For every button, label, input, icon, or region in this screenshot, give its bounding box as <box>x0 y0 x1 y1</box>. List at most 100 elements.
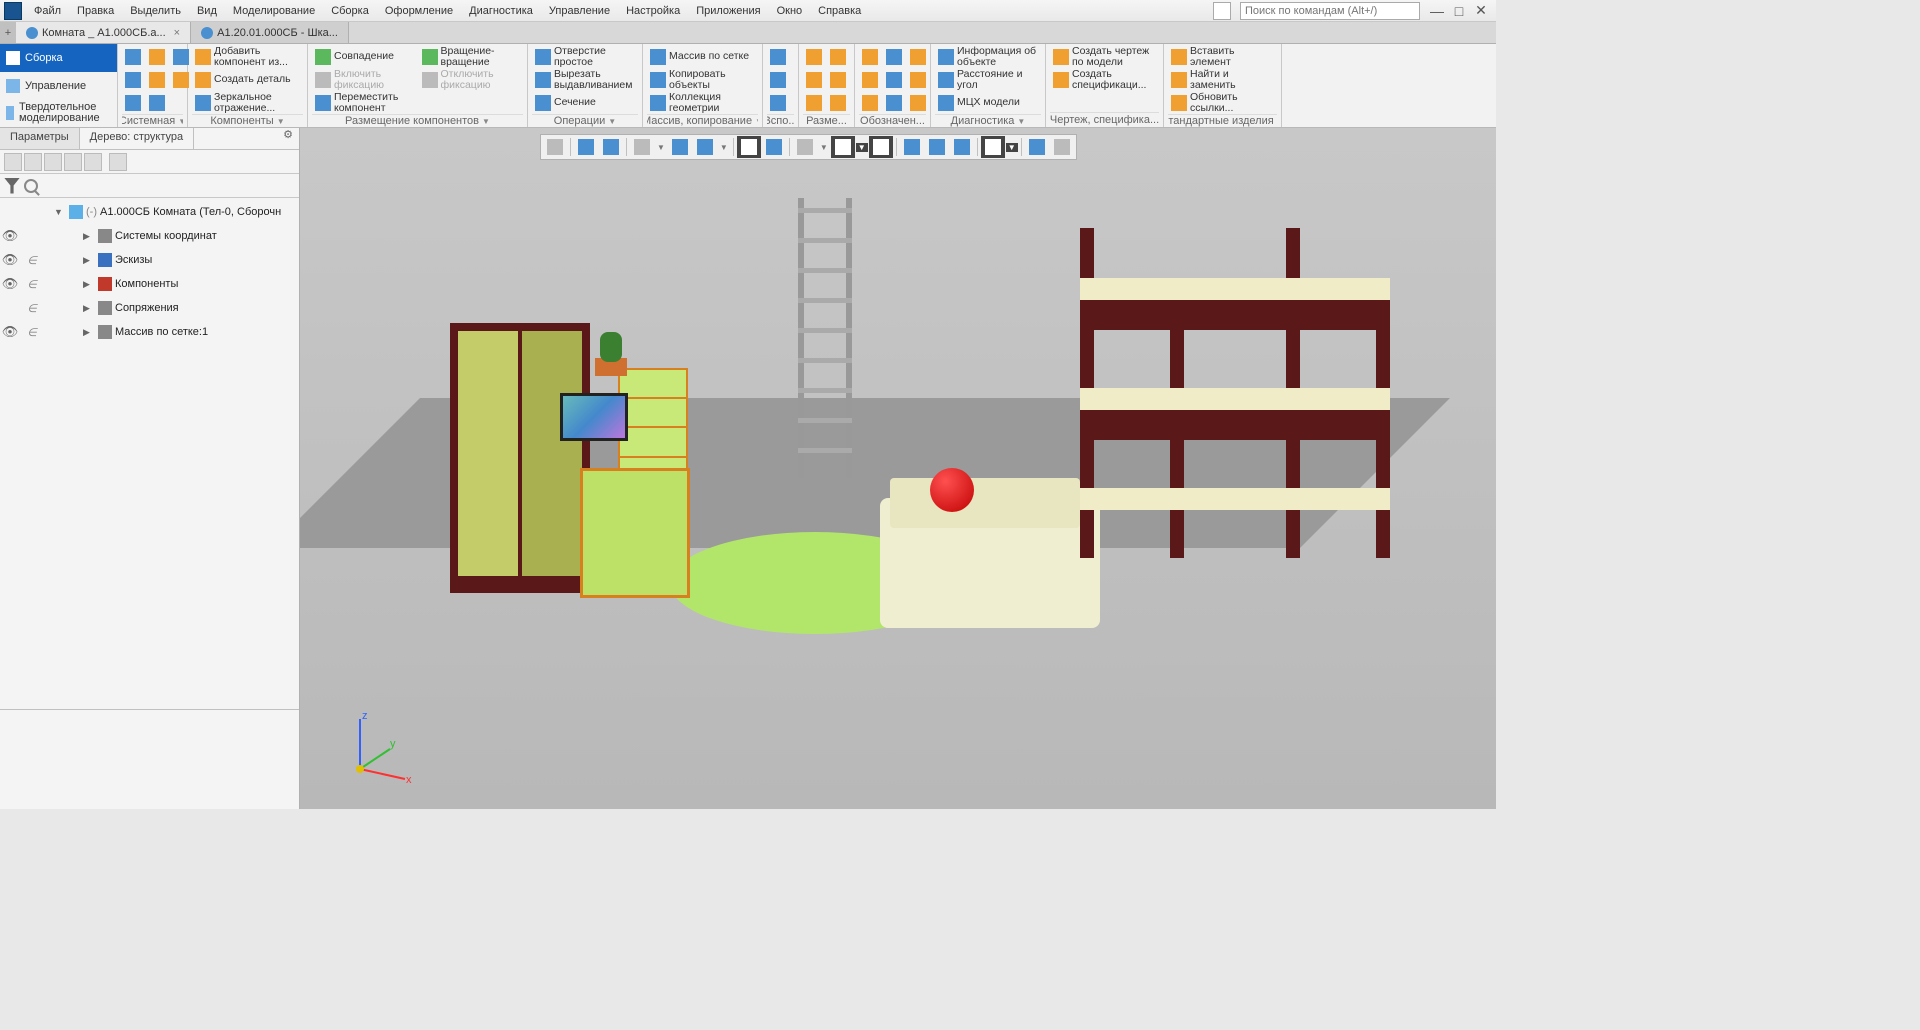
window-maximize[interactable]: □ <box>1448 3 1470 19</box>
open-button[interactable] <box>146 46 168 68</box>
mode-manage[interactable]: Управление <box>0 72 117 100</box>
tree-node-array[interactable]: 👁∈ ▶ Массив по сетке:1 <box>0 320 299 344</box>
doc-tab-1[interactable]: Комната _ А1.000СБ.а... × <box>16 22 191 43</box>
filter-icon[interactable] <box>4 178 20 194</box>
menu-window[interactable]: Окно <box>769 2 811 20</box>
tree-node-coords[interactable]: 👁 ▶ Системы координат <box>0 224 299 248</box>
tree-root[interactable]: ▼ (-) А1.000СБ Комната (Тел-0, Сборочн <box>0 200 299 224</box>
close-icon[interactable]: × <box>174 27 180 39</box>
window-minimize[interactable]: — <box>1426 3 1448 19</box>
aux1[interactable] <box>767 46 789 68</box>
new-tab-button[interactable]: + <box>0 22 16 43</box>
menu-manage[interactable]: Управление <box>541 2 618 20</box>
copy-obj-button[interactable]: Копировать объекты <box>647 69 758 91</box>
menu-apps[interactable]: Приложения <box>688 2 768 20</box>
grid-array-button[interactable]: Массив по сетке <box>647 46 758 68</box>
menu-select[interactable]: Выделить <box>122 2 189 20</box>
visibility-icon[interactable]: 👁 <box>0 228 20 244</box>
n3[interactable] <box>859 92 881 114</box>
menu-view[interactable]: Вид <box>189 2 225 20</box>
distance-button[interactable]: Расстояние и угол <box>935 69 1041 91</box>
rotation-button[interactable]: Вращение-вращение <box>419 46 524 68</box>
add-component-button[interactable]: Добавить компонент из... <box>192 46 303 68</box>
dim3[interactable] <box>803 92 825 114</box>
dim5[interactable] <box>827 69 849 91</box>
aux3[interactable] <box>767 92 789 114</box>
find-replace-button[interactable]: Найти и заменить <box>1168 69 1277 91</box>
n5[interactable] <box>883 69 905 91</box>
3d-viewport[interactable]: ▼ ▼ ▼ ▼ ▼ <box>300 128 1496 809</box>
create-part-button[interactable]: Создать деталь <box>192 69 303 91</box>
tree-tb6[interactable] <box>109 153 127 171</box>
search-icon[interactable] <box>24 179 38 193</box>
expand-icon[interactable]: ▶ <box>83 327 95 338</box>
n9[interactable] <box>907 92 929 114</box>
panel-tab-tree[interactable]: Дерево: структура <box>80 128 195 149</box>
menu-file[interactable]: Файл <box>26 2 69 20</box>
redo-button[interactable] <box>146 92 168 114</box>
create-spec-button[interactable]: Создать спецификаци... <box>1050 69 1159 91</box>
menu-settings[interactable]: Настройка <box>618 2 688 20</box>
expand-icon[interactable]: ▶ <box>83 231 95 242</box>
dim6[interactable] <box>827 92 849 114</box>
n6[interactable] <box>883 92 905 114</box>
expand-icon[interactable]: ▶ <box>83 279 95 290</box>
visibility-icon[interactable]: 👁 <box>0 252 20 268</box>
include-icon[interactable]: ∈ <box>23 278 41 291</box>
tree-tb1[interactable] <box>4 153 22 171</box>
aux2[interactable] <box>767 69 789 91</box>
collapse-icon[interactable]: ▼ <box>54 207 66 217</box>
section-button[interactable]: Сечение <box>532 92 638 114</box>
expand-icon[interactable]: ▶ <box>83 255 95 266</box>
n2[interactable] <box>859 69 881 91</box>
tree-tb4[interactable] <box>64 153 82 171</box>
disable-fix-button[interactable]: Отключить фиксацию <box>419 69 524 91</box>
menu-assembly[interactable]: Сборка <box>323 2 377 20</box>
include-icon[interactable]: ∈ <box>23 326 41 339</box>
layout-icon[interactable] <box>1213 2 1231 20</box>
tree-tb2[interactable] <box>24 153 42 171</box>
obj-info-button[interactable]: Информация об объекте <box>935 46 1041 68</box>
command-search-input[interactable] <box>1240 2 1420 20</box>
gear-icon[interactable]: ⚙ <box>277 128 299 149</box>
collection-button[interactable]: Коллекция геометрии <box>647 92 758 114</box>
mirror-button[interactable]: Зеркальное отражение... <box>192 92 303 114</box>
menu-format[interactable]: Оформление <box>377 2 461 20</box>
window-close[interactable]: ✕ <box>1470 2 1492 19</box>
dim2[interactable] <box>803 69 825 91</box>
move-comp-button[interactable]: Переместить компонент <box>312 92 417 114</box>
n1[interactable] <box>859 46 881 68</box>
include-icon[interactable]: ∈ <box>23 254 41 267</box>
dim4[interactable] <box>827 46 849 68</box>
menu-edit[interactable]: Правка <box>69 2 122 20</box>
insert-elem-button[interactable]: Вставить элемент <box>1168 46 1277 68</box>
extrude-cut-button[interactable]: Вырезать выдавливанием <box>532 69 638 91</box>
hole-button[interactable]: Отверстие простое <box>532 46 638 68</box>
mode-solid[interactable]: Твердотельное моделирование <box>0 99 117 127</box>
visibility-icon[interactable]: 👁 <box>0 276 20 292</box>
update-links-button[interactable]: Обновить ссылки... <box>1168 92 1277 114</box>
enable-fix-button[interactable]: Включить фиксацию <box>312 69 417 91</box>
tree-node-sketches[interactable]: 👁∈ ▶ Эскизы <box>0 248 299 272</box>
include-icon[interactable]: ∈ <box>23 302 41 315</box>
undo-button[interactable] <box>122 92 144 114</box>
n4[interactable] <box>883 46 905 68</box>
menu-help[interactable]: Справка <box>810 2 869 20</box>
visibility-icon[interactable]: 👁 <box>0 324 20 340</box>
doc-tab-2[interactable]: А1.20.01.000СБ - Шка... <box>191 22 349 43</box>
coincide-button[interactable]: Совпадение <box>312 46 417 68</box>
create-drawing-button[interactable]: Создать чертеж по модели <box>1050 46 1159 68</box>
menu-diagnostics[interactable]: Диагностика <box>461 2 541 20</box>
print-button[interactable] <box>122 69 144 91</box>
tree-tb3[interactable] <box>44 153 62 171</box>
menu-modeling[interactable]: Моделирование <box>225 2 323 20</box>
panel-tab-params[interactable]: Параметры <box>0 128 80 149</box>
tree-tb5[interactable] <box>84 153 102 171</box>
tree-node-components[interactable]: 👁∈ ▶ Компоненты <box>0 272 299 296</box>
tree-node-mates[interactable]: ∈ ▶ Сопряжения <box>0 296 299 320</box>
copy-button[interactable] <box>146 69 168 91</box>
mcx-button[interactable]: МЦХ модели <box>935 92 1041 114</box>
n8[interactable] <box>907 69 929 91</box>
expand-icon[interactable]: ▶ <box>83 303 95 314</box>
new-button[interactable] <box>122 46 144 68</box>
